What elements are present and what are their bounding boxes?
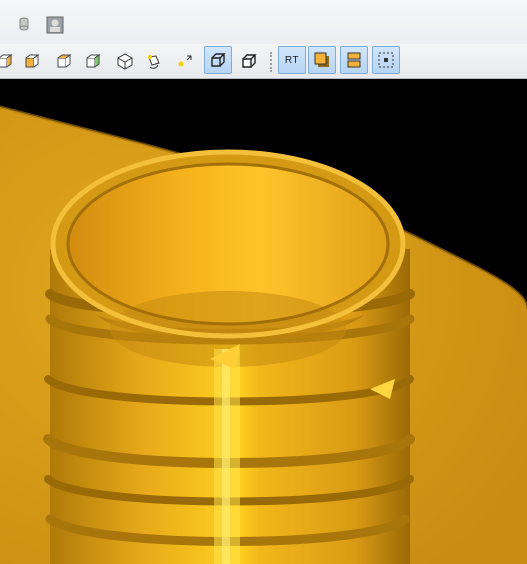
- top-strip: [0, 0, 527, 45]
- view-toolbar: RT: [0, 44, 527, 79]
- view-iso-icon[interactable]: [112, 48, 138, 74]
- raytrace-button[interactable]: RT: [278, 46, 306, 74]
- view-right-icon[interactable]: [19, 48, 45, 74]
- view-front-icon[interactable]: [51, 48, 77, 74]
- rotate-view-icon[interactable]: [141, 48, 167, 74]
- shaded-mode-icon[interactable]: [308, 46, 336, 74]
- split-view-icon[interactable]: [340, 46, 368, 74]
- portrait-image-icon[interactable]: [46, 16, 64, 34]
- shaded-cube-icon[interactable]: [204, 46, 232, 74]
- threaded-bottle-neck-3d: [0, 105, 527, 564]
- cylinder-db-icon[interactable]: [19, 17, 29, 31]
- pan-view-icon[interactable]: [172, 48, 198, 74]
- view-back-icon[interactable]: [80, 48, 106, 74]
- wire-cube-icon[interactable]: [236, 48, 262, 74]
- toolbar-grip[interactable]: [270, 52, 274, 72]
- raytrace-label: RT: [284, 54, 300, 66]
- 3d-viewport[interactable]: [0, 79, 527, 564]
- view-left-icon[interactable]: [0, 48, 18, 74]
- fit-selection-icon[interactable]: [372, 46, 400, 74]
